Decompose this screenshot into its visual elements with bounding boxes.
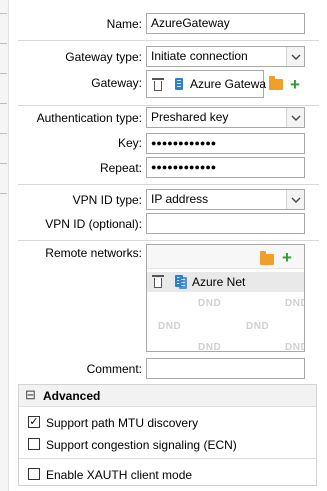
collapse-icon[interactable]: ⊟ [25,387,36,403]
chevron-down-icon[interactable] [286,190,304,209]
separator [18,105,319,106]
name-label: Name: [106,17,142,31]
server-icon [175,78,183,90]
comment-label: Comment: [86,362,142,376]
add-plus-icon[interactable]: + [290,76,300,93]
advanced-title: Advanced [43,389,101,403]
remote-networks-toolbar [147,245,304,269]
list-item[interactable]: Azure Net [147,272,304,292]
left-edge-mark [0,13,7,14]
left-edge-mark [0,103,7,104]
chevron-down-icon[interactable] [286,47,304,66]
trash-icon[interactable] [152,275,164,288]
checkbox-ecn[interactable] [28,438,40,450]
add-plus-icon[interactable]: + [282,249,292,266]
left-edge-mark [0,73,7,74]
repeat-input[interactable]: ●●●●●●●●●●●● [146,157,305,178]
trash-icon[interactable] [152,78,164,91]
dnd-watermark: DND [285,298,304,309]
left-edge-mark [0,193,7,194]
gateway-value: Azure Gatewa [190,77,267,91]
left-edge-mark [0,43,7,44]
option-ecn[interactable]: Support congestion signaling (ECN) [19,435,316,453]
checkbox-mtu-discovery[interactable]: ✓ [28,416,40,428]
vpn-id-type-select[interactable]: IP address [146,189,305,210]
option-label: Support congestion signaling (ECN) [46,438,237,452]
dnd-watermark: DND [246,321,270,332]
advanced-panel: ⊟ Advanced ✓ Support path MTU discovery … [18,384,317,486]
auth-type-select[interactable]: Preshared key [146,107,305,128]
folder-icon[interactable] [260,251,274,265]
separator [18,184,319,185]
vpn-id-optional-label: VPN ID (optional): [45,217,142,231]
gateway-type-select[interactable]: Initiate connection [146,46,305,67]
auth-type-label: Authentication type: [36,111,142,125]
left-edge-mark [0,133,7,134]
vpn-id-optional-input[interactable] [146,213,305,234]
network-icon [179,277,187,289]
dnd-watermark: DND [198,342,222,352]
separator [18,40,319,41]
gateway-type-value: Initiate connection [151,49,248,63]
separator [18,240,319,241]
dnd-watermark: DND [198,298,222,309]
gateway-type-label: Gateway type: [65,50,142,64]
gateway-field[interactable]: Azure Gatewa [146,70,267,98]
advanced-header[interactable]: ⊟ Advanced [19,385,316,407]
chevron-down-icon[interactable] [286,108,304,127]
vpn-id-type-value: IP address [151,192,209,206]
option-label: Enable XAUTH client mode [46,468,193,482]
comment-input[interactable] [146,358,305,379]
gateway-label: Gateway: [91,76,142,90]
option-xauth[interactable]: Enable XAUTH client mode [19,465,316,483]
remote-networks-list[interactable]: + Azure Net DND DND DND DND DND DND [146,244,305,352]
remote-networks-label: Remote networks: [45,246,142,260]
key-label: Key: [117,136,142,150]
dnd-watermark: DND [158,321,182,332]
repeat-label: Repeat: [99,161,142,175]
vpn-id-type-label: VPN ID type: [72,193,142,207]
separator [19,458,316,459]
checkbox-xauth[interactable] [28,468,40,480]
remote-network-name: Azure Net [192,275,246,289]
option-label: Support path MTU discovery [46,416,199,430]
left-edge-mark [0,163,7,164]
auth-type-value: Preshared key [151,110,229,124]
folder-icon[interactable] [269,76,283,90]
name-input[interactable]: AzureGateway [146,13,305,34]
option-mtu-discovery[interactable]: ✓ Support path MTU discovery [19,413,316,431]
dnd-watermark: DND [285,342,304,352]
key-input[interactable]: ●●●●●●●●●●●● [146,133,305,154]
